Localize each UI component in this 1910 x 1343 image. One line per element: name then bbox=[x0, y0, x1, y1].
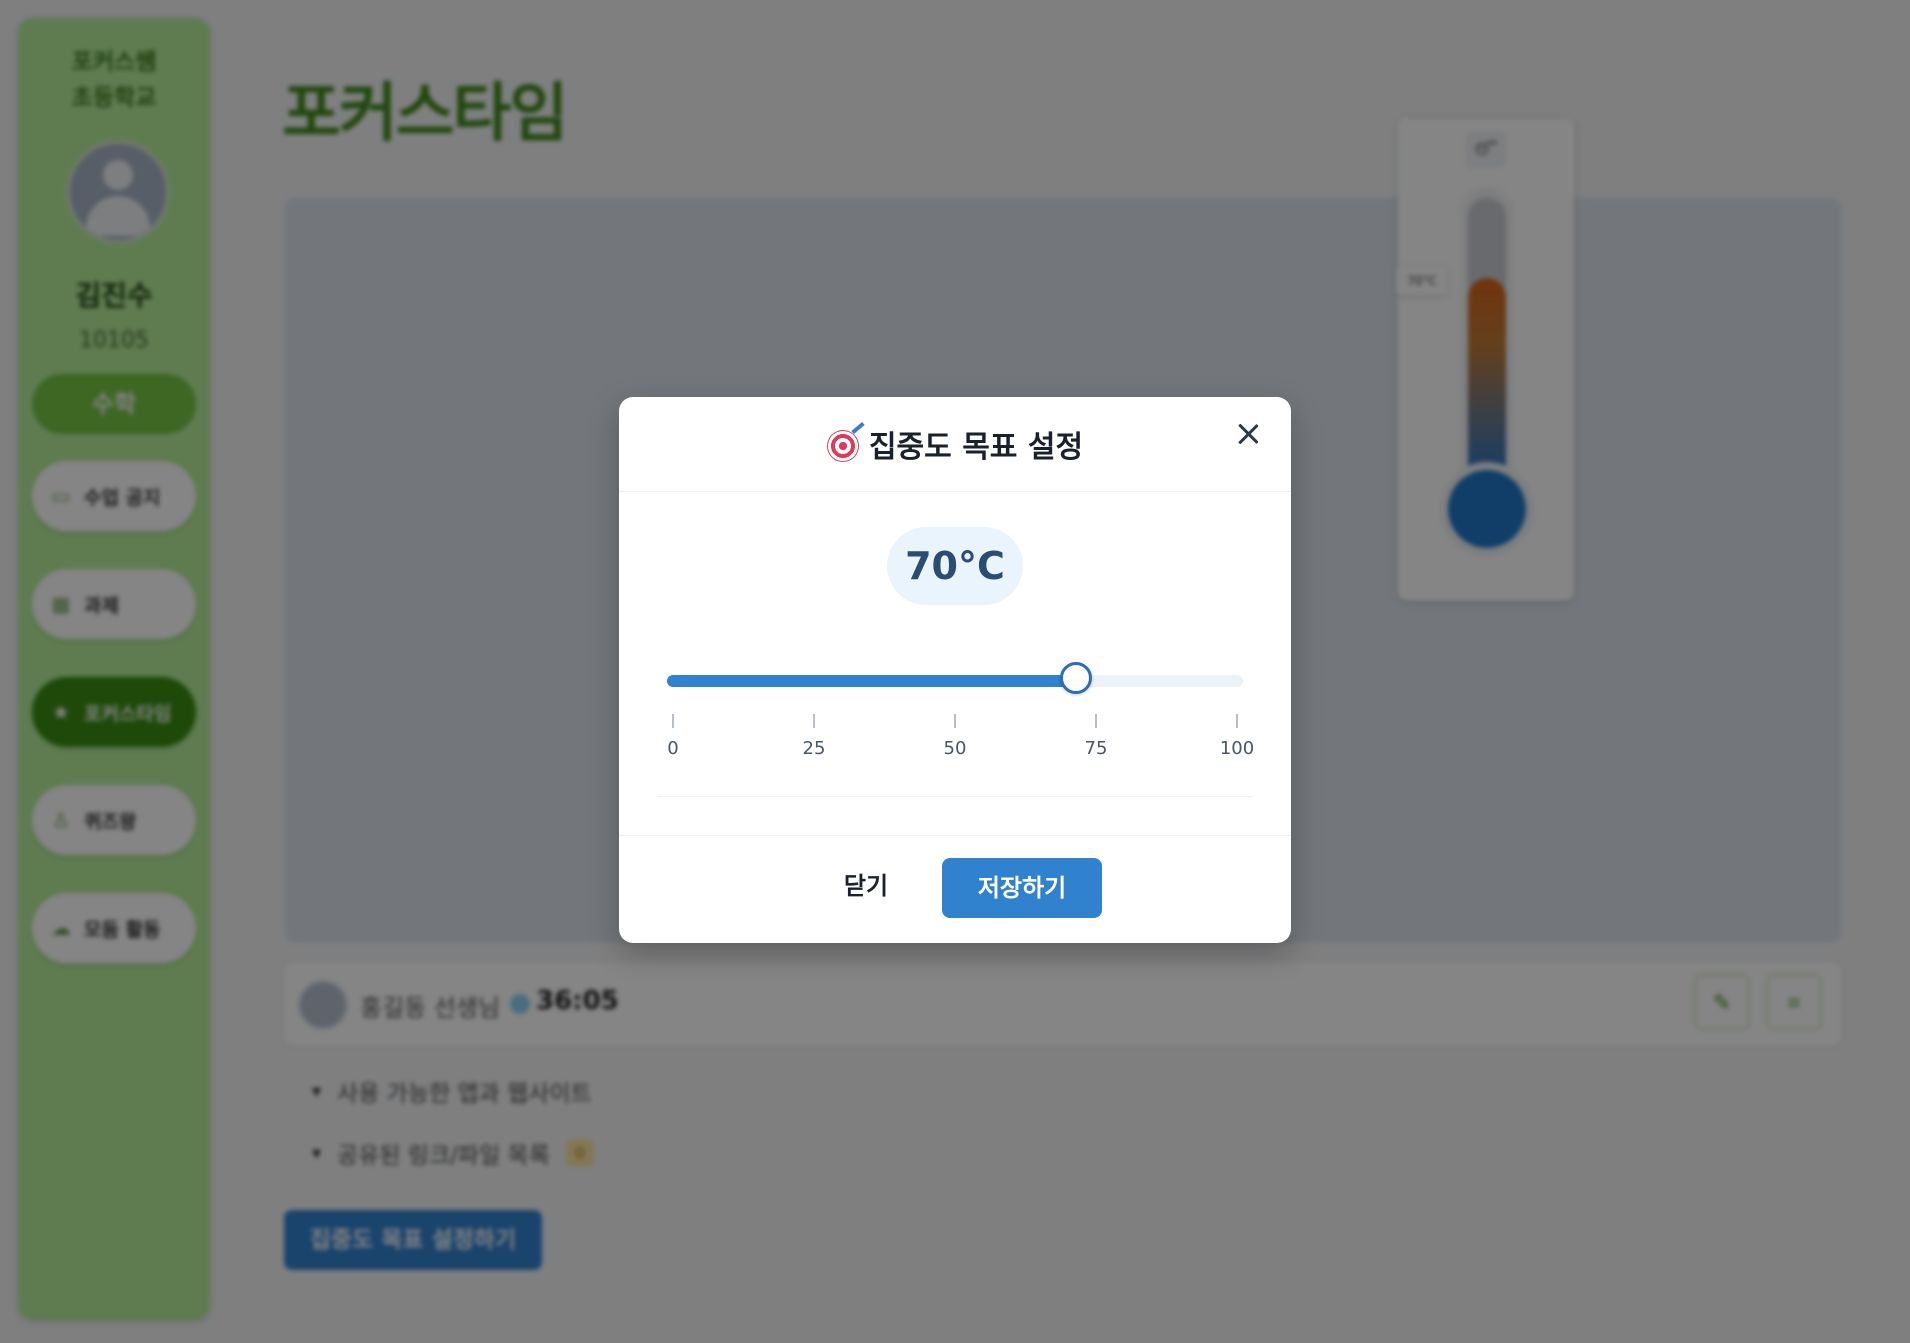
tick-label: 100 bbox=[1219, 738, 1255, 759]
divider bbox=[657, 796, 1253, 797]
tick-label: 50 bbox=[943, 738, 967, 759]
tick-mark bbox=[672, 714, 674, 728]
slider-fill bbox=[667, 675, 1076, 687]
tick-label: 75 bbox=[1084, 738, 1108, 759]
target-icon bbox=[826, 430, 859, 462]
cancel-button[interactable]: 닫기 bbox=[837, 858, 895, 914]
goal-slider[interactable] bbox=[667, 662, 1243, 694]
goal-value-display: 70°C bbox=[887, 527, 1023, 605]
tick-label: 0 bbox=[667, 738, 679, 759]
close-icon[interactable] bbox=[1231, 417, 1265, 451]
goal-modal: 집중도 목표 설정 70°C 닫기 저장하기 0 25 50 75 100 bbox=[619, 397, 1291, 943]
tick-mark bbox=[813, 714, 815, 728]
save-button[interactable]: 저장하기 bbox=[942, 858, 1102, 918]
slider-tick: 25 bbox=[794, 714, 834, 759]
slider-tick: 75 bbox=[1076, 714, 1116, 759]
modal-title: 집중도 목표 설정 bbox=[619, 422, 1291, 466]
slider-tick: 0 bbox=[653, 714, 693, 759]
tick-mark bbox=[954, 714, 956, 728]
slider-thumb[interactable] bbox=[1059, 662, 1092, 694]
tick-mark bbox=[1236, 714, 1238, 728]
modal-footer: 닫기 저장하기 bbox=[619, 835, 1291, 943]
tick-label: 25 bbox=[802, 738, 826, 759]
modal-header: 집중도 목표 설정 bbox=[619, 397, 1291, 492]
modal-title-text: 집중도 목표 설정 bbox=[868, 430, 1084, 465]
slider-tick: 50 bbox=[935, 714, 975, 759]
tick-mark bbox=[1095, 714, 1097, 728]
slider-tick: 100 bbox=[1217, 714, 1257, 759]
